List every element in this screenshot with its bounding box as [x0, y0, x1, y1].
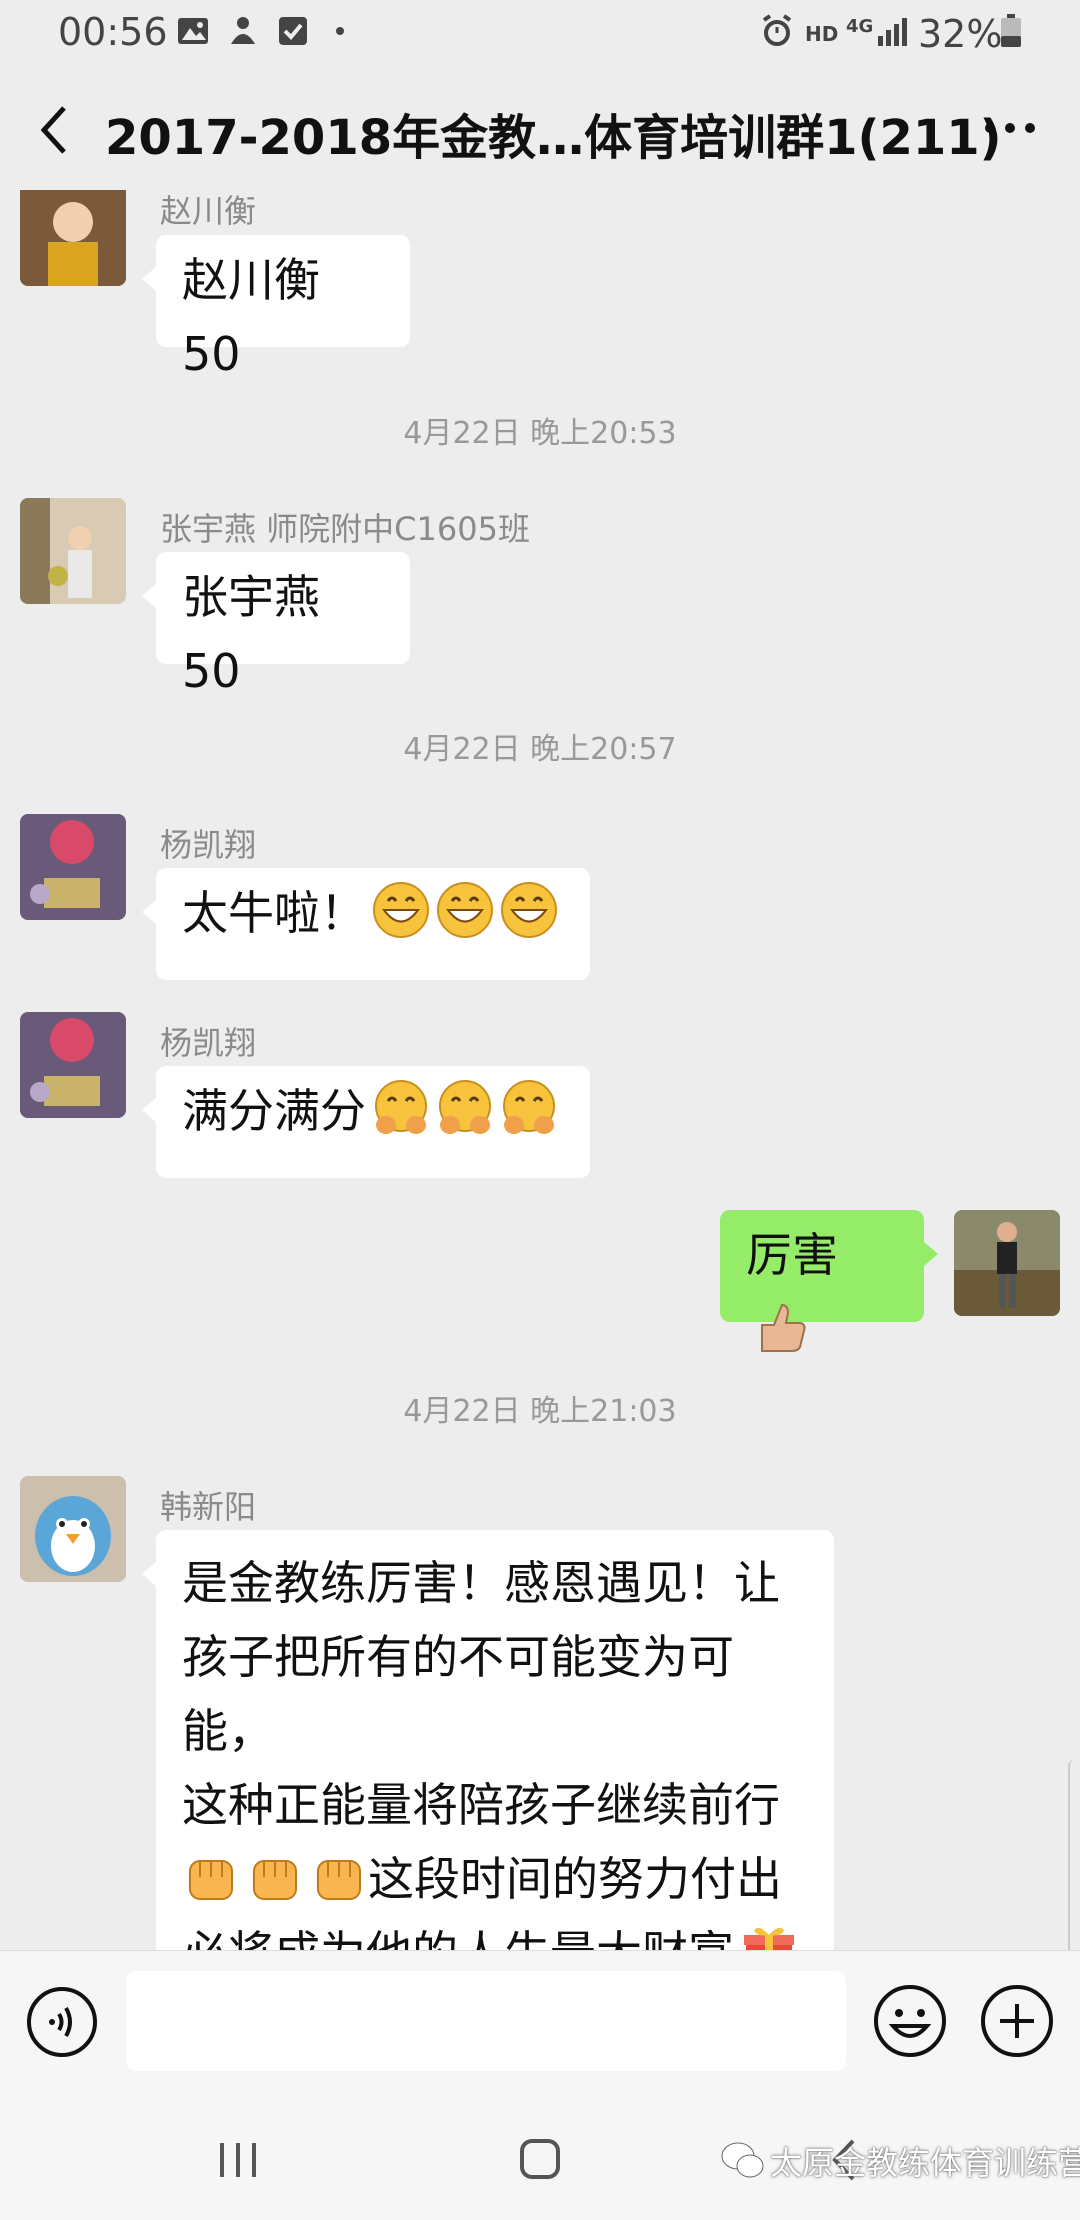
status-bar: 00:56 HD 4G 32% [0, 0, 1080, 70]
grin-emoji-icon [501, 882, 557, 938]
hug-emoji-icon [375, 1080, 427, 1134]
avatar[interactable] [20, 498, 126, 604]
watermark: 太原金教练体育训练营 [770, 2144, 1080, 2182]
avatar[interactable] [20, 814, 126, 920]
message-bubble[interactable]: 太牛啦！ [142, 868, 590, 980]
sender-name: 赵川衡 [160, 192, 257, 230]
grin-emoji-icon [437, 882, 493, 938]
message-bubble[interactable]: 满分满分 [142, 1066, 590, 1178]
avatar[interactable] [20, 1012, 126, 1118]
message-text: 满分满分 [182, 1084, 366, 1138]
back-arrow-icon[interactable] [30, 100, 80, 160]
emoji-icon[interactable] [873, 1984, 947, 2058]
message-line: 这段时间的努力付出 [368, 1852, 782, 1906]
hug-emoji-icon [439, 1080, 491, 1134]
hd-label: HD [805, 22, 839, 46]
message-line: 是金教练厉害！感恩遇见！让 [182, 1556, 780, 1610]
message-line: 这种正能量将陪孩子继续前行 [182, 1778, 780, 1832]
more-options-icon[interactable] [980, 108, 1040, 148]
dot-icon [336, 27, 344, 35]
message-line: 孩子把所有的不可能变为可能， [182, 1630, 734, 1758]
home-icon[interactable] [510, 2135, 570, 2185]
battery-percent: 32% [918, 12, 1003, 56]
message-bubble[interactable]: 张宇燕 50 [142, 552, 410, 698]
sender-name: 杨凯翔 [160, 826, 257, 864]
thumbs-up-emoji-icon [761, 1303, 806, 1352]
timestamp: 4月22日 晚上21:03 [403, 1394, 677, 1429]
alarm-icon [762, 14, 792, 46]
grin-emoji-icon [373, 882, 429, 938]
fist-emoji-icon [253, 1860, 297, 1900]
recent-apps-icon[interactable] [208, 2135, 268, 2185]
status-time: 00:56 [58, 10, 168, 54]
gallery-icon [178, 18, 208, 44]
message-bubble[interactable]: 赵川衡 50 [142, 235, 410, 381]
voice-icon[interactable] [26, 1986, 98, 2058]
message-input[interactable] [126, 1971, 846, 2071]
message-bubble[interactable]: 是金教练厉害！感恩遇见！让 孩子把所有的不可能变为可能， 这种正能量将陪孩子继续… [142, 1530, 834, 1950]
fist-emoji-icon [317, 1860, 361, 1900]
signal-icon [878, 18, 907, 46]
sender-name: 韩新阳 [160, 1488, 257, 1526]
chat-area[interactable]: 赵川衡 赵川衡 50 4月22日 晚上20:53 张宇燕 师院附中C1605班 … [0, 190, 1080, 1950]
network-label: 4G [846, 16, 874, 37]
sender-name: 张宇燕 师院附中C1605班 [160, 510, 530, 548]
checkbox-icon [279, 17, 307, 45]
message-bubble-self[interactable]: 厉害 [720, 1210, 938, 1352]
avatar[interactable] [20, 190, 126, 286]
navigation-bar: 太原金教练体育训练营 [0, 2090, 1080, 2220]
hug-emoji-icon [503, 1080, 555, 1134]
sender-name: 杨凯翔 [160, 1024, 257, 1062]
plus-icon[interactable] [980, 1984, 1054, 2058]
avatar-self[interactable] [954, 1210, 1060, 1316]
message-text: 太牛啦！ [182, 886, 366, 940]
fist-emoji-icon [189, 1860, 233, 1900]
scrollbar[interactable] [1068, 1760, 1080, 1950]
chat-title: 2017-2018年金教…体育培训群1(211) [105, 110, 1002, 166]
avatar[interactable] [20, 1476, 126, 1582]
assistant-icon [231, 17, 255, 44]
timestamp: 4月22日 晚上20:53 [403, 416, 677, 451]
battery-icon [1001, 14, 1021, 47]
input-bar [0, 1950, 1080, 2091]
title-bar: 2017-2018年金教…体育培训群1(211) [0, 70, 1080, 190]
timestamp: 4月22日 晚上20:57 [403, 732, 677, 767]
wechat-logo-icon [721, 2142, 764, 2178]
gift-emoji-icon [744, 1927, 794, 1950]
message-text: 厉害 [746, 1228, 838, 1282]
message-line: 必将成为他的人生最大财富 [182, 1926, 734, 1950]
